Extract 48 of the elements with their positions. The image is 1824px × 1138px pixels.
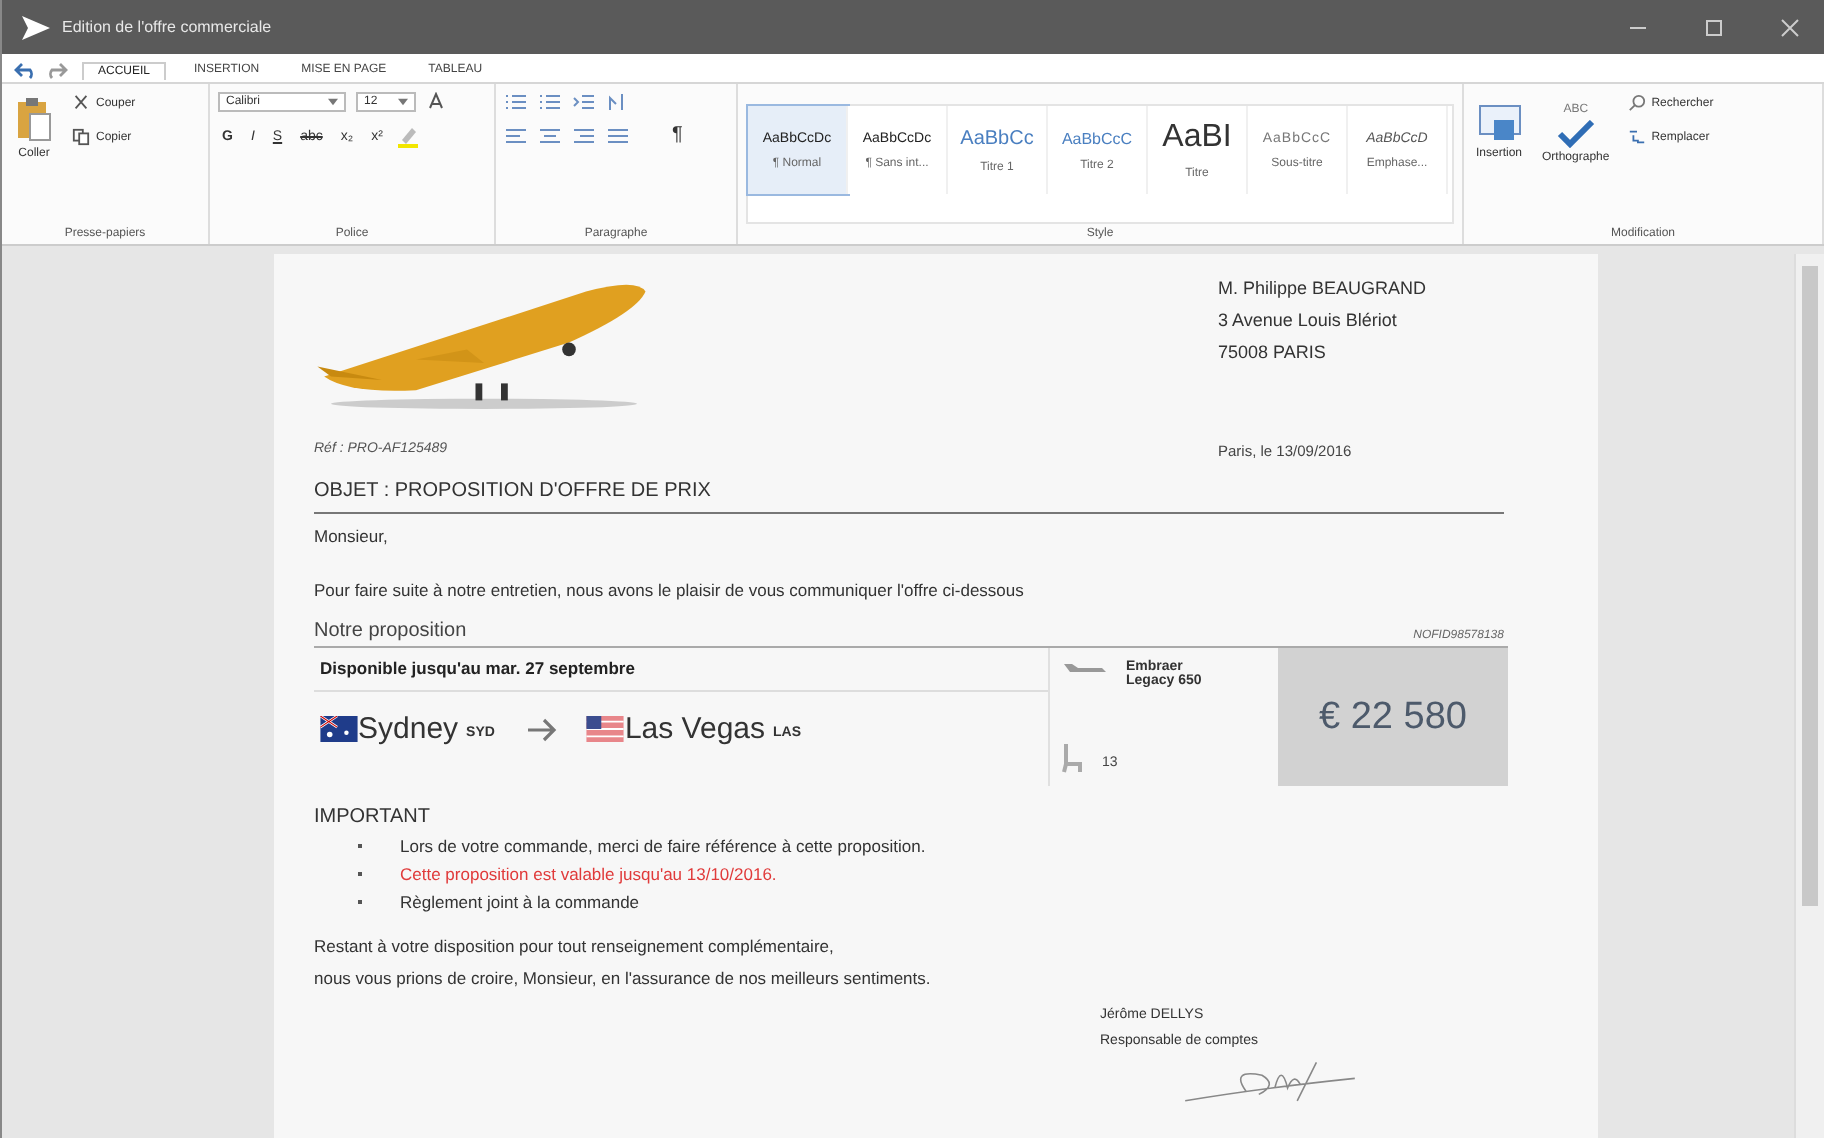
scissors-icon [72,94,90,112]
destination-city: Las Vegas [624,712,766,746]
close-icon[interactable] [1780,17,1800,37]
proposal-heading: Notre proposition [314,620,467,642]
copy-icon [72,128,90,146]
flag-icon [586,716,625,742]
caret-icon [328,98,338,106]
numbered-list-icon[interactable] [538,92,562,112]
picture-icon [1477,104,1521,144]
scrollbar-thumb[interactable] [1802,266,1818,906]
bullet-list-icon[interactable] [504,92,528,112]
justify-icon[interactable] [606,125,630,145]
important-item: Lors de votre commande, merci de faire référence à cette proposition. [400,836,926,856]
availability-text: Disponible jusqu'au mar. 27 septembre [314,648,1048,692]
clipboard-icon [14,96,54,144]
flag-icon [320,716,358,742]
important-item: Règlement joint à la commande [400,892,640,912]
arrow-logo-icon [22,15,50,39]
font-color-icon[interactable] [426,92,446,112]
maximize-icon[interactable] [1704,17,1724,37]
undo-icon[interactable] [14,60,38,80]
price-text: € 22 580 [1319,695,1467,739]
recipient-address-line: 3 Avenue Louis Blériot [1218,310,1399,330]
origin-city: Sydney [358,712,459,746]
recipient-address-line: 75008 PARIS [1218,342,1328,362]
caret-icon [398,98,408,106]
replace-icon [1627,128,1646,146]
align-center-icon[interactable] [538,125,562,145]
seat-icon [1062,742,1086,774]
align-right-icon[interactable] [572,125,596,145]
important-heading: IMPORTANT [314,806,432,828]
subject-heading: OBJET : PROPOSITION D'OFFRE DE PRIX [314,480,1504,514]
intro-paragraph: Pour faire suite à notre entretien, nous avons le plaisir de vous communiquer l'offre ci-dessous [314,580,1026,600]
window-title: Edition de l'offre commerciale [62,18,272,36]
checkmark-icon [1555,120,1596,148]
important-item: Cette proposition est valable jusqu'au 13/10/2016. [400,864,777,884]
show-marks-button[interactable]: ¶ [668,124,687,146]
search-icon [1627,94,1646,112]
recipient-address-line: M. Philippe BEAUGRAND [1218,278,1429,298]
greeting-text: Monsieur, [314,526,390,546]
vertical-scrollbar[interactable] [1794,254,1824,1138]
highlighter-icon[interactable] [396,124,421,148]
redo-icon[interactable] [44,60,68,80]
indent-icon[interactable] [572,92,596,112]
align-left-icon[interactable] [504,125,528,145]
closing-line: nous vous prions de croire, Monsieur, en l'assurance de nos meilleurs sentiments. [314,968,933,988]
closing-line: Restant à votre disposition pour tout renseignement complémentaire, [314,936,836,956]
right-arrow-icon [526,717,559,741]
